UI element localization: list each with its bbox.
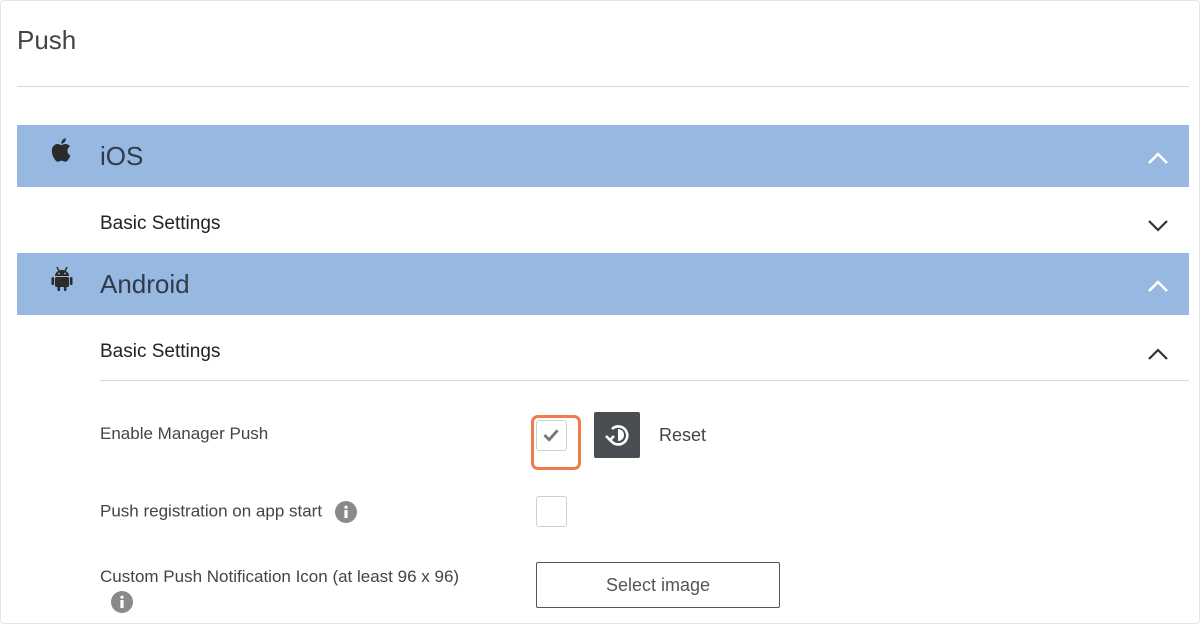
section-label: Basic Settings xyxy=(100,213,221,234)
select-image-button[interactable]: Select image xyxy=(536,562,780,608)
chevron-up-icon[interactable] xyxy=(1147,151,1169,165)
push-settings-panel: Push iOS Basic Settings Android Basic Se… xyxy=(0,0,1200,624)
apple-icon xyxy=(51,138,71,162)
platform-header-ios[interactable]: iOS xyxy=(17,125,1189,187)
android-icon xyxy=(51,266,73,291)
push-registration-label: Push registration on app start xyxy=(100,501,357,523)
platform-header-android[interactable]: Android xyxy=(17,253,1189,315)
section-divider xyxy=(100,380,1189,381)
chevron-down-icon[interactable] xyxy=(1147,219,1169,233)
platform-label-android: Android xyxy=(100,269,190,299)
info-icon[interactable] xyxy=(334,501,357,523)
android-basic-settings-header[interactable]: Basic Settings xyxy=(100,319,1189,381)
chevron-up-icon[interactable] xyxy=(1147,279,1169,293)
custom-icon-label: Custom Push Notification Icon (at least … xyxy=(100,567,460,586)
platform-label-ios: iOS xyxy=(100,141,144,171)
push-registration-text: Push registration on app start xyxy=(100,501,323,521)
reset-icon xyxy=(605,425,629,446)
reset-label: Reset xyxy=(659,425,707,445)
page-title: Push xyxy=(17,25,77,55)
enable-manager-push-label: Enable Manager Push xyxy=(100,424,269,443)
title-divider xyxy=(17,86,1189,87)
checkmark-icon xyxy=(543,429,559,442)
reset-button[interactable] xyxy=(594,412,640,458)
info-icon[interactable] xyxy=(111,591,133,613)
push-registration-checkbox[interactable] xyxy=(536,496,567,527)
section-label: Basic Settings xyxy=(100,341,221,362)
ios-basic-settings-header[interactable]: Basic Settings xyxy=(100,191,1189,253)
enable-manager-push-checkbox[interactable] xyxy=(536,420,567,451)
chevron-up-icon[interactable] xyxy=(1147,347,1169,361)
